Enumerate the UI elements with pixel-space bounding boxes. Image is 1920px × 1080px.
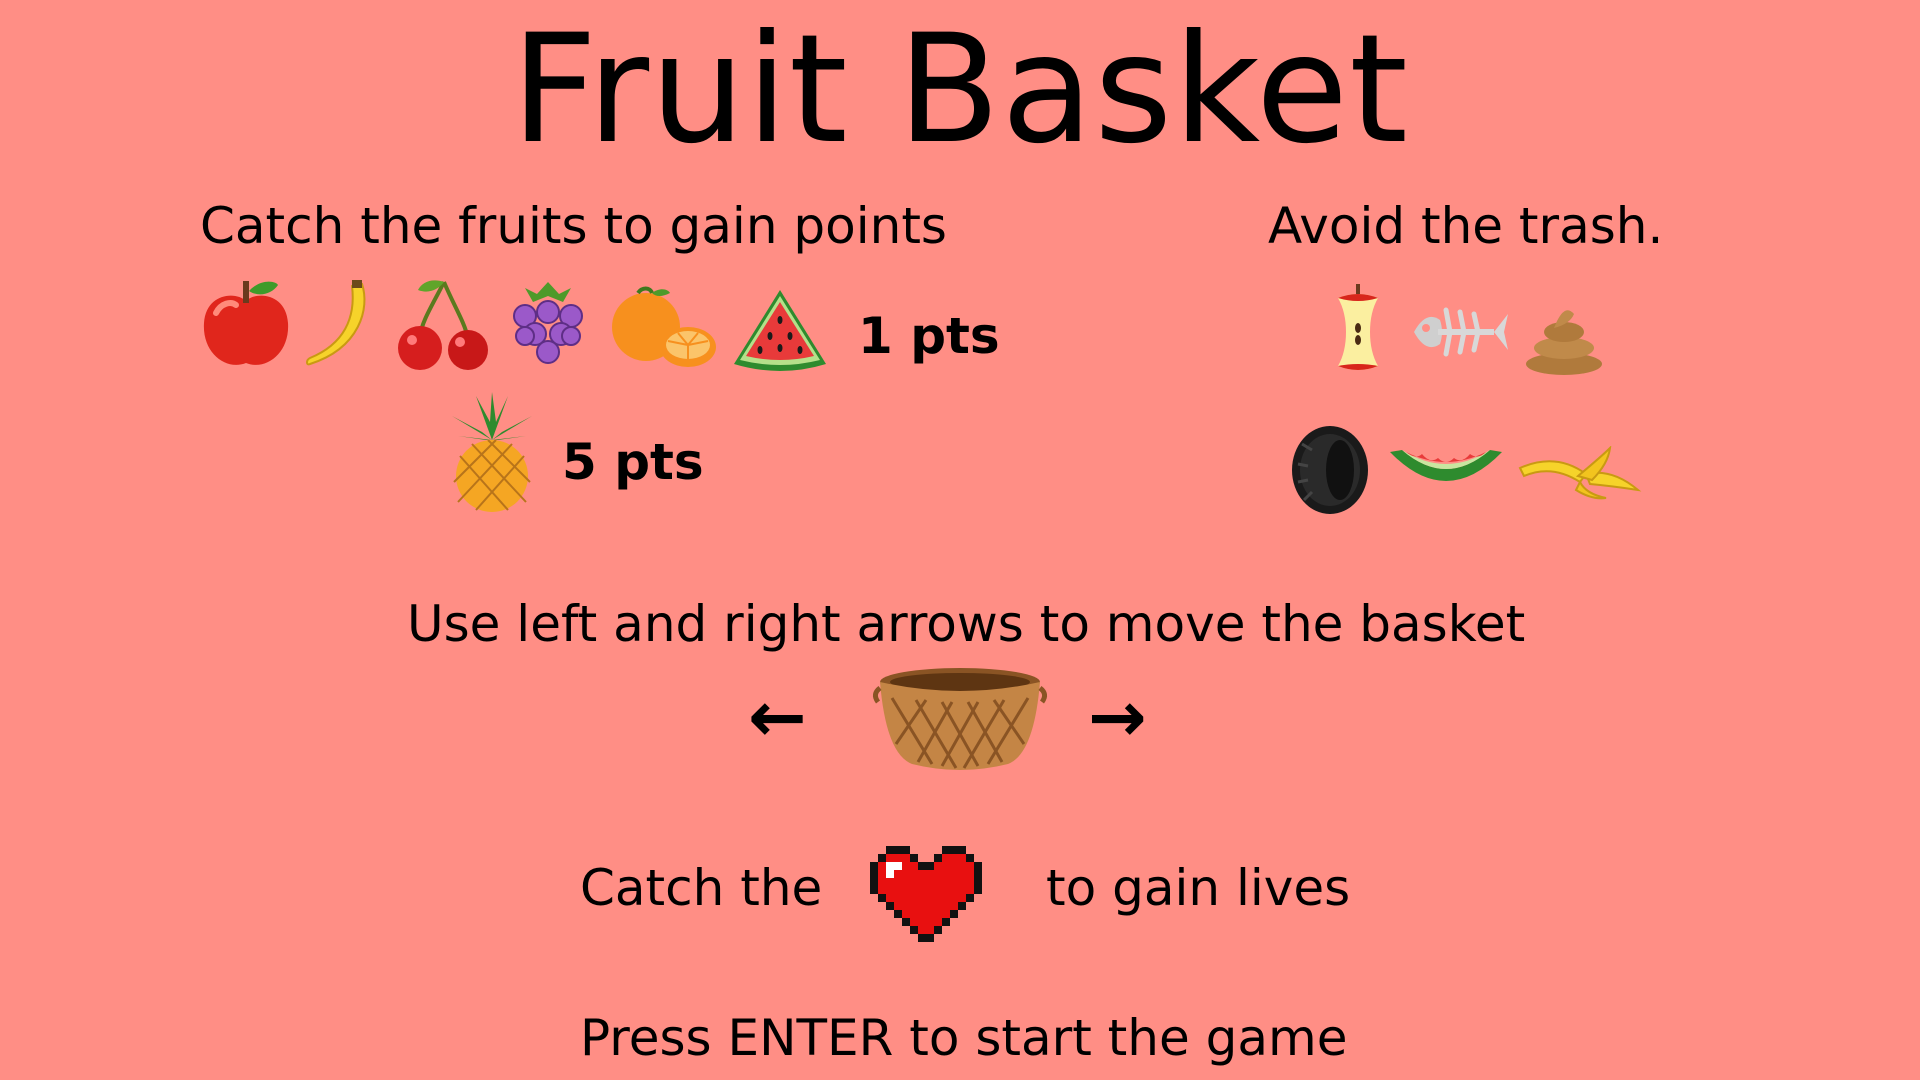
controls-instruction: Use left and right arrows to move the ba… (407, 595, 1526, 653)
lives-suffix: to gain lives (1046, 859, 1351, 917)
fish-bone-icon (1414, 307, 1508, 357)
game-start-screen: Fruit Basket Catch the fruits to gain po… (0, 0, 1920, 1080)
fruit-points-label: 1 pts (858, 307, 1000, 365)
poop-icon (1526, 310, 1602, 375)
grape-icon (513, 282, 583, 364)
orange-icon (612, 286, 716, 367)
tire-icon (1292, 426, 1368, 514)
right-arrow-icon: → (1088, 676, 1147, 758)
left-arrow-icon: ← (748, 676, 807, 758)
banana-icon (306, 280, 366, 366)
lives-prefix: Catch the (580, 859, 823, 917)
heart-icon (870, 846, 982, 942)
trash-heading: Avoid the trash. (1268, 197, 1664, 255)
watermelon-icon (734, 290, 826, 371)
fruits-heading: Catch the fruits to gain points (200, 197, 947, 255)
apple-icon (203, 281, 289, 365)
game-title: Fruit Basket (511, 3, 1409, 177)
cherry-icon (398, 280, 488, 370)
watermelon-rind-icon (1390, 450, 1502, 481)
apple-core-icon (1338, 284, 1378, 370)
start-prompt: Press ENTER to start the game (580, 1009, 1348, 1067)
bonus-points-label: 5 pts (562, 433, 704, 491)
pineapple-icon (452, 392, 532, 512)
basket-icon (872, 668, 1048, 770)
banana-peel-icon (1518, 446, 1642, 500)
